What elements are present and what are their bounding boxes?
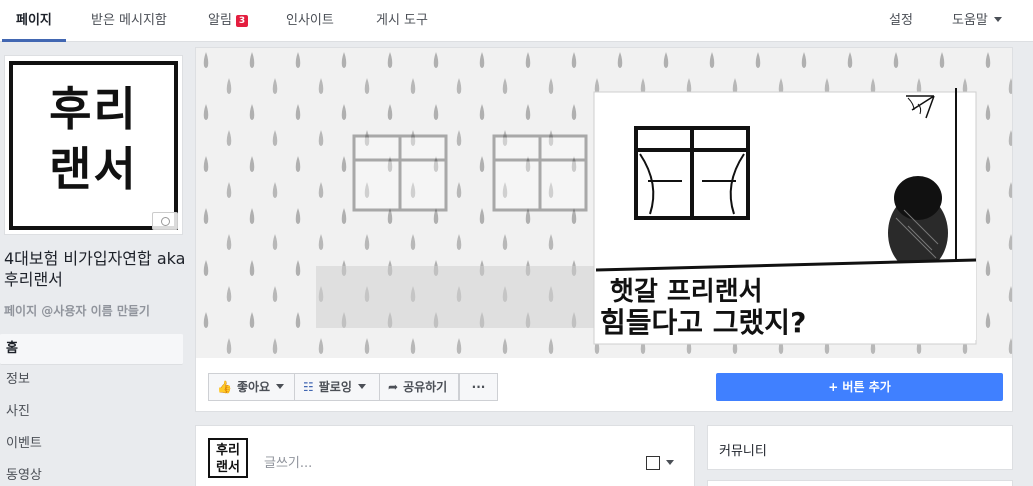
sidebar-item-events[interactable]: 이벤트 [0,429,183,461]
page-action-bar: 👍 좋아요 ☷ 팔로잉 ➦ 공유하기 ··· + 버튼 추가 [196,358,1012,411]
tab-inbox[interactable]: 받은 메시지함 [91,0,167,42]
chevron-down-icon [357,384,366,389]
share-arrow-icon: ➦ [388,380,399,394]
thumbs-up-icon: 👍 [217,380,232,394]
logo-line-2: 랜서 [49,142,138,196]
chevron-down-icon [276,384,285,389]
follow-button[interactable]: ☷ 팔로잉 [294,373,380,401]
community-card: 커뮤니티 [707,425,1013,470]
tab-page[interactable]: 페이지 [2,0,66,42]
sidebar-item-label: 이벤트 [6,436,42,451]
avatar-line-2: 랜서 [216,460,240,475]
logo-line-1: 후리 [49,82,138,136]
avatar-line-1: 후리 [216,443,240,458]
sidebar-nav: 홈 정보 사진 이벤트 동영상 [0,333,183,486]
chevron-down-icon [666,460,674,465]
tab-label: 알림 [208,13,232,28]
help-menu[interactable]: 도움말 [952,0,1002,42]
more-button[interactable]: ··· [459,373,498,401]
follow-label: 팔로잉 [318,380,352,394]
camera-icon[interactable] [152,212,178,230]
tab-label: 인사이트 [286,13,334,28]
rss-icon: ☷ [303,380,314,394]
tab-label: 페이지 [16,13,52,28]
cover-card: 햇갈 프리랜서 힘들다고 그랬지? 👍 좋아요 ☷ 팔로잉 ➦ 공유하기 ··· + … [195,47,1013,412]
cover-caption-line-1: 햇갈 프리랜서 [610,277,763,307]
page-logo: 후리 랜서 [9,61,178,230]
share-label: 공유하기 [403,380,448,394]
chevron-down-icon [993,17,1002,22]
sidebar-item-label: 동영상 [6,468,42,483]
community-card-next [707,480,1013,486]
more-icon: ··· [471,380,486,394]
like-label: 좋아요 [236,380,271,394]
add-button-label: + 버튼 추가 [828,380,891,394]
sidebar-item-label: 홈 [6,341,18,356]
page-avatar: 후리 랜서 [208,438,248,478]
tab-label: 게시 도구 [376,13,428,28]
notification-badge: 3 [235,15,249,27]
post-composer: 후리 랜서 글쓰기... [195,425,695,486]
help-label: 도움말 [952,13,988,28]
top-nav: 페이지 받은 메시지함 알림 3 인사이트 게시 도구 설정 도움말 [0,0,1033,42]
settings-link[interactable]: 설정 [889,0,913,42]
page-avatar-icon [646,455,660,470]
composer-input[interactable]: 글쓰기... [264,452,312,471]
cover-photo[interactable]: 햇갈 프리랜서 힘들다고 그랬지? [196,48,1012,358]
tab-publishing-tools[interactable]: 게시 도구 [376,0,428,42]
sidebar-item-label: 정보 [6,372,30,387]
community-title[interactable]: 커뮤니티 [719,440,767,459]
tab-notifications[interactable]: 알림 3 [208,0,249,42]
add-button-button[interactable]: + 버튼 추가 [716,373,1003,401]
profile-picture[interactable]: 후리 랜서 [4,55,183,235]
page-title: 4대보험 비가입자연합 aka 후리랜서 [4,249,186,289]
tab-label: 받은 메시지함 [91,13,167,28]
cover-caption-line-2: 힘들다고 그랬지? [600,306,806,339]
sidebar-item-photos[interactable]: 사진 [0,397,183,429]
create-username-link[interactable]: 페이지 @사용자 이름 만들기 [4,302,150,319]
sidebar-item-label: 사진 [6,404,30,419]
sidebar-item-videos[interactable]: 동영상 [0,461,183,486]
like-button[interactable]: 👍 좋아요 [208,373,295,401]
cover-illustration: 햇갈 프리랜서 힘들다고 그랬지? [196,48,1012,358]
logo-text: 후리 랜서 [13,79,174,199]
tab-insights[interactable]: 인사이트 [286,0,334,42]
post-as-selector[interactable] [646,452,674,471]
sidebar-item-about[interactable]: 정보 [0,365,183,397]
sidebar-item-home[interactable]: 홈 [0,333,183,365]
share-button[interactable]: ➦ 공유하기 [379,373,459,401]
settings-label: 설정 [889,13,913,28]
